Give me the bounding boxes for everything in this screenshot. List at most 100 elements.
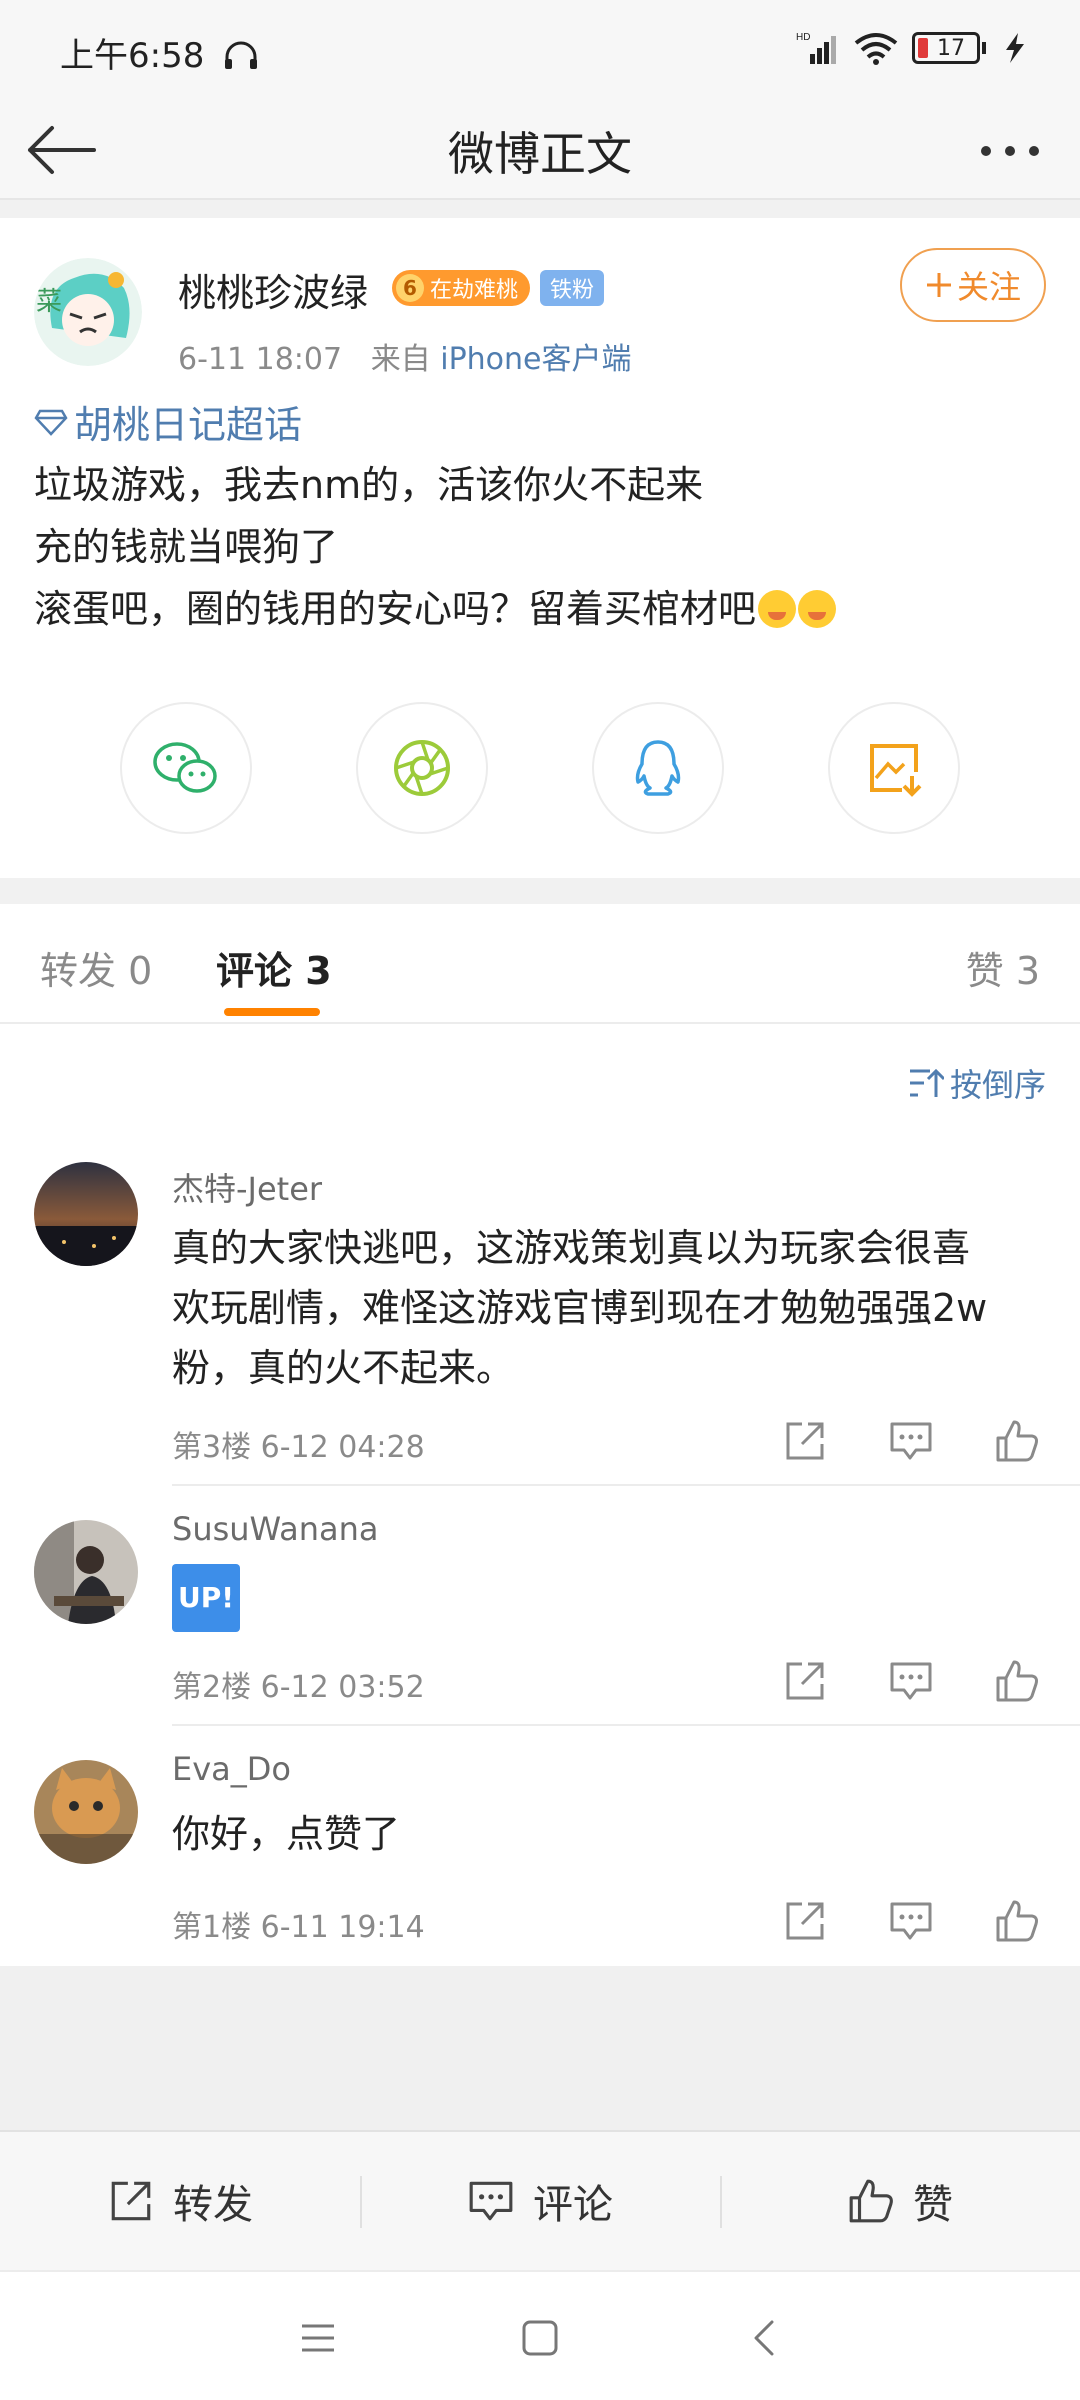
tab-repost[interactable]: 转发 0 — [40, 940, 152, 995]
battery-icon: 17 — [912, 32, 986, 64]
divider-band — [0, 878, 1080, 904]
save-image-icon — [870, 744, 922, 797]
qq-icon — [635, 740, 681, 796]
post-source[interactable]: iPhone客户端 — [440, 342, 631, 377]
repost-comment-button[interactable] — [782, 1898, 828, 1944]
repost-comment-button[interactable] — [782, 1418, 828, 1464]
super-topic-link[interactable]: 胡桃日记超话 — [34, 394, 302, 449]
commenter-avatar[interactable] — [34, 1520, 138, 1624]
commenter-avatar[interactable] — [34, 1760, 138, 1864]
menu-icon[interactable] — [296, 2316, 340, 2360]
cell-signal-icon: HD — [796, 32, 836, 64]
post-line: 充的钱就当喂狗了 — [34, 525, 339, 569]
like-label: 赞 — [913, 2182, 953, 2228]
plus-icon — [926, 273, 951, 297]
sort-order-button[interactable]: 按倒序 — [908, 1060, 1046, 1106]
moments-icon — [394, 740, 450, 796]
comment-text: 真的大家快逃吧，这游戏策划真以为玩家会很喜 欢玩剧情，难怪这游戏官博到现在才勉勉… — [172, 1218, 1052, 1398]
home-icon[interactable] — [518, 2316, 562, 2360]
comment-button[interactable]: 评论 — [360, 2132, 720, 2270]
back-icon[interactable] — [744, 2316, 788, 2360]
thumbs-up-icon — [996, 1900, 1038, 1942]
engagement-tabs: 转发 0 评论 3 赞 3 — [0, 904, 1080, 1024]
thumbs-up-icon — [849, 2179, 893, 2223]
status-time: 上午6:58 — [60, 28, 259, 77]
share-out-icon — [111, 2181, 151, 2221]
source-prefix: 来自 — [370, 342, 431, 377]
fan-badge[interactable]: 铁粉 — [540, 270, 605, 306]
comment-line: 欢玩剧情，难怪这游戏官博到现在才勉勉强强2w — [172, 1286, 988, 1330]
commenter-avatar[interactable] — [34, 1162, 138, 1266]
repost-comment-button[interactable] — [782, 1658, 828, 1704]
comment-line: 真的大家快逃吧，这游戏策划真以为玩家会很喜 — [172, 1226, 971, 1270]
post-line: 滚蛋吧，圈的钱用的安心吗？留着买棺材吧 — [34, 587, 757, 631]
system-nav-bar — [0, 2270, 1080, 2400]
level-number: 6 — [396, 274, 424, 302]
comment-item: 杰特-Jeter 真的大家快逃吧，这游戏策划真以为玩家会很喜 欢玩剧情，难怪这游… — [0, 1140, 1080, 1486]
share-out-icon — [786, 1902, 824, 1940]
author-name[interactable]: 桃桃珍波绿 — [178, 262, 368, 317]
share-qq-button[interactable] — [592, 702, 724, 834]
follow-label: 关注 — [956, 268, 1021, 306]
post-line-with-emoji: 滚蛋吧，圈的钱用的安心吗？留着买棺材吧 — [34, 578, 1044, 640]
share-wechat-button[interactable] — [120, 702, 252, 834]
like-button[interactable]: 赞 — [720, 2132, 1080, 2270]
commenter-name[interactable]: Eva_Do — [172, 1750, 291, 1788]
comment-line: 粉，真的火不起来。 — [172, 1346, 515, 1390]
reply-button[interactable] — [888, 1658, 934, 1704]
comment-item: SusuWanana UP! 第2楼 6-12 03:52 — [0, 1486, 1080, 1726]
like-comment-button[interactable] — [994, 1658, 1040, 1704]
tab-comments[interactable]: 评论 3 — [216, 940, 332, 995]
signal-hd-label: HD — [796, 32, 810, 43]
tab-likes[interactable]: 赞 3 — [966, 940, 1040, 995]
comment-label: 评论 — [533, 2182, 613, 2228]
repost-label: 转发 — [173, 2182, 253, 2228]
share-out-icon — [786, 1662, 824, 1700]
commenter-name[interactable]: 杰特-Jeter — [172, 1164, 322, 1210]
comment-actions — [782, 1898, 1040, 1944]
share-moments-button[interactable] — [356, 702, 488, 834]
commenter-name[interactable]: SusuWanana — [172, 1510, 379, 1548]
like-comment-button[interactable] — [994, 1898, 1040, 1944]
weibo-post: 菜 桃桃珍波绿 6 在劫难桃 铁粉 6-11 18:07 来自 iPhone客户… — [0, 218, 1080, 878]
comment-text: UP! — [172, 1564, 1052, 1632]
repost-button[interactable]: 转发 — [0, 2132, 360, 2270]
comment-item: Eva_Do 你好，点赞了 第1楼 6-11 19:14 — [0, 1726, 1080, 1966]
comment-meta: 第2楼 6-12 03:52 — [172, 1670, 425, 1705]
comment-text: 你好，点赞了 — [172, 1804, 1052, 1864]
follow-button[interactable]: 关注 — [900, 248, 1046, 322]
comment-actions — [782, 1418, 1040, 1464]
headphones-icon — [225, 41, 258, 69]
emoji-icon — [758, 590, 797, 628]
post-meta: 6-11 18:07 来自 iPhone客户端 — [178, 334, 632, 378]
level-badge-label: 在劫难桃 — [430, 278, 519, 303]
more-options-icon[interactable] — [970, 126, 1050, 176]
nav-bar: 微博正文 — [0, 100, 1080, 200]
wechat-icon — [153, 742, 217, 793]
author-avatar[interactable]: 菜 — [34, 258, 142, 366]
clock-text: 上午6:58 — [60, 36, 205, 76]
post-body: 垃圾游戏，我去nm的，活该你火不起来 充的钱就当喂狗了 滚蛋吧，圈的钱用的安心吗… — [34, 454, 1044, 640]
comment-meta: 第1楼 6-11 19:14 — [172, 1910, 425, 1945]
sort-label: 按倒序 — [949, 1066, 1046, 1104]
reply-button[interactable] — [888, 1418, 934, 1464]
post-time: 6-11 18:07 — [178, 342, 343, 377]
like-comment-button[interactable] — [994, 1418, 1040, 1464]
comment-icon — [890, 1662, 932, 1700]
reply-button[interactable] — [888, 1898, 934, 1944]
page-title: 微博正文 — [448, 127, 632, 181]
level-badge[interactable]: 6 在劫难桃 — [392, 270, 531, 306]
comment-meta: 第3楼 6-12 04:28 — [172, 1430, 425, 1465]
comment-icon — [469, 2181, 513, 2221]
emoji-icon — [798, 590, 837, 628]
share-out-icon — [786, 1422, 824, 1460]
thumbs-up-icon — [996, 1660, 1038, 1702]
comment-actions — [782, 1658, 1040, 1704]
save-image-button[interactable] — [828, 702, 960, 834]
post-line: 垃圾游戏，我去nm的，活该你火不起来 — [34, 463, 704, 507]
topic-label: 胡桃日记超话 — [74, 403, 303, 447]
charging-icon — [1006, 33, 1024, 63]
up-emoji-badge: UP! — [172, 1564, 241, 1632]
empty-area — [0, 1966, 1080, 2130]
svg-text:菜: 菜 — [36, 287, 62, 317]
